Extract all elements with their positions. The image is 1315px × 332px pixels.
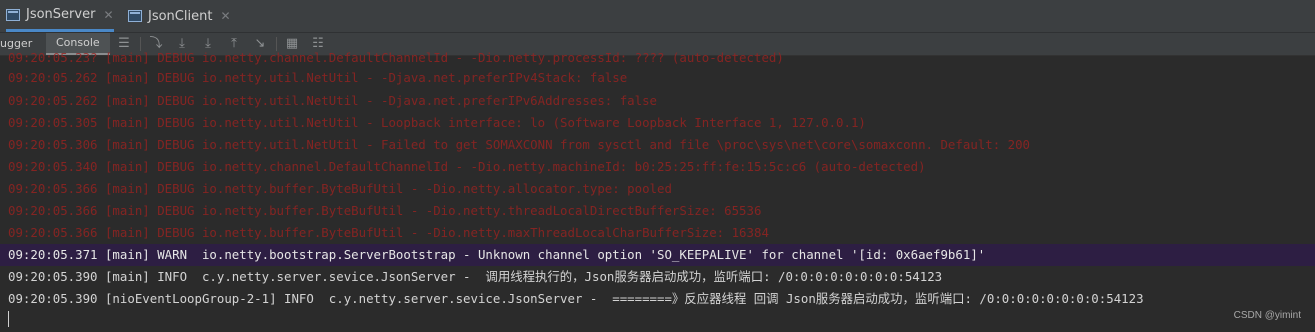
tab-label: JsonServer xyxy=(26,7,96,22)
text-cursor xyxy=(8,311,9,327)
console-line: 09:20:05.306 [main] DEBUG io.netty.util.… xyxy=(8,137,1030,152)
console-line: 09:20:05.340 [main] DEBUG io.netty.chann… xyxy=(8,159,926,174)
console-line-info: 09:20:05.390 [main] INFO c.y.netty.serve… xyxy=(8,269,943,284)
tab-jsonserver[interactable]: JsonServer ✕ xyxy=(6,0,114,32)
tab-jsonclient[interactable]: JsonClient ✕ xyxy=(128,0,231,32)
console-line: 09:20:05.23? [main] DEBUG io.netty.chann… xyxy=(8,50,784,65)
console-line-info: 09:20:05.390 [nioEventLoopGroup-2-1] INF… xyxy=(8,291,1144,306)
console-window-icon xyxy=(6,8,20,21)
console-line: 09:20:05.366 [main] DEBUG io.netty.buffe… xyxy=(8,203,762,218)
console-line: 09:20:05.366 [main] DEBUG io.netty.buffe… xyxy=(8,225,769,240)
console-line: 09:20:05.305 [main] DEBUG io.netty.util.… xyxy=(8,115,866,130)
watermark: CSDN @yimint xyxy=(1233,310,1301,321)
close-icon[interactable]: ✕ xyxy=(103,8,113,22)
console-window-icon xyxy=(128,10,142,22)
console-line-warn: 09:20:05.371 [main] WARN io.netty.bootst… xyxy=(0,244,1315,266)
close-icon[interactable]: ✕ xyxy=(220,9,230,23)
editor-tab-bar: JsonServer ✕ JsonClient ✕ xyxy=(0,0,1315,33)
console-output[interactable]: 09:20:05.23? [main] DEBUG io.netty.chann… xyxy=(0,50,1315,332)
tab-label: JsonClient xyxy=(148,8,213,24)
console-line: 09:20:05.262 [main] DEBUG io.netty.util.… xyxy=(8,70,628,85)
console-line: 09:20:05.366 [main] DEBUG io.netty.buffe… xyxy=(8,181,672,196)
console-line: 09:20:05.262 [main] DEBUG io.netty.util.… xyxy=(8,93,658,108)
